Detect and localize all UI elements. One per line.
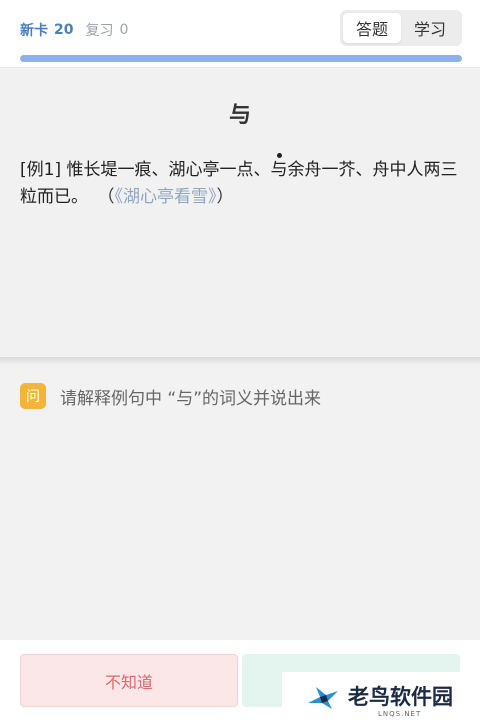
card-counts: 新卡 20 复习 0 bbox=[20, 20, 128, 40]
tab-study[interactable]: 学习 bbox=[401, 13, 459, 43]
dont-know-button[interactable]: 不知道 bbox=[20, 654, 238, 707]
bird-logo-icon bbox=[308, 687, 338, 709]
example-sentence: [例1] 惟长堤一痕、湖心亭一点、与余舟一芥、舟中人两三粒而已。 （《湖心亭看雪》… bbox=[20, 153, 460, 211]
watermark-sub: LNQS.NET bbox=[378, 710, 422, 718]
review-number: 0 bbox=[119, 22, 129, 38]
source-close: ） bbox=[216, 187, 234, 207]
top-bar: 新卡 20 复习 0 答题 学习 bbox=[0, 0, 480, 68]
example-prefix: [例1] 惟长堤一痕、湖心亭一点、 bbox=[20, 160, 271, 180]
question-icon: 问 bbox=[20, 383, 46, 409]
progress-fill bbox=[20, 55, 462, 62]
tab-answer[interactable]: 答题 bbox=[343, 13, 401, 43]
new-card-number: 20 bbox=[54, 22, 74, 38]
example-target-char: 与 bbox=[270, 153, 287, 184]
mode-switch: 答题 学习 bbox=[340, 10, 462, 46]
section-divider bbox=[0, 357, 480, 365]
progress-bar bbox=[20, 55, 462, 62]
new-card-label: 新卡 bbox=[20, 23, 48, 39]
watermark: 老鸟软件园 LNQS.NET bbox=[282, 672, 480, 722]
review-label: 复习 bbox=[85, 23, 114, 39]
new-card-count: 新卡 20 bbox=[20, 20, 73, 40]
question-prompt: 问 请解释例句中 “与”的词义并说出来 bbox=[20, 383, 321, 409]
source-open: （ bbox=[106, 187, 115, 207]
example-source: （《湖心亭看雪》） bbox=[106, 187, 234, 207]
card-front: 与 [例1] 惟长堤一痕、湖心亭一点、与余舟一芥、舟中人两三粒而已。 （《湖心亭看… bbox=[0, 69, 480, 357]
question-text: 请解释例句中 “与”的词义并说出来 bbox=[60, 388, 322, 409]
review-count: 复习 0 bbox=[85, 20, 128, 40]
card-word: 与 bbox=[228, 103, 251, 128]
watermark-text: 老鸟软件园 bbox=[348, 685, 453, 709]
source-title: 《湖心亭看雪》 bbox=[114, 187, 217, 207]
